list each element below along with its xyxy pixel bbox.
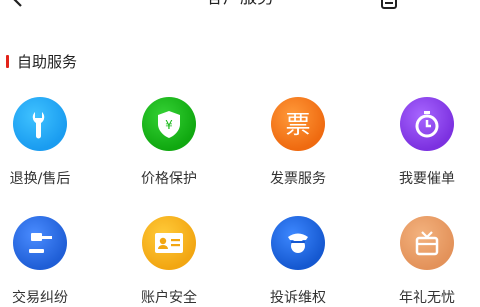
police-officer-icon bbox=[271, 216, 325, 270]
service-label: 价格保护 bbox=[141, 171, 197, 187]
service-label: 发票服务 bbox=[270, 171, 326, 187]
service-price-protection[interactable]: ¥ 价格保护 bbox=[114, 97, 224, 188]
service-return-aftersale[interactable]: 退换/售后 bbox=[0, 97, 95, 188]
service-label: 我要催单 bbox=[399, 171, 455, 187]
invoice-icon: 票 bbox=[271, 97, 325, 151]
service-trade-dispute[interactable]: 交易纠纷 bbox=[0, 216, 95, 307]
svg-text:¥: ¥ bbox=[165, 118, 173, 132]
wrench-icon bbox=[13, 97, 67, 151]
gift-box-icon bbox=[400, 216, 454, 270]
service-label: 退换/售后 bbox=[9, 171, 71, 187]
service-label: 投诉维权 bbox=[270, 290, 326, 306]
clipboard-icon[interactable] bbox=[380, 0, 398, 10]
section-title: 自助服务 bbox=[17, 52, 78, 71]
timer-icon bbox=[400, 97, 454, 151]
section-accent-bar bbox=[6, 54, 9, 68]
service-label: 年礼无忧 bbox=[399, 290, 455, 306]
section-header: 自助服务 bbox=[6, 51, 77, 71]
invoice-glyph: 票 bbox=[285, 109, 311, 139]
service-urge-order[interactable]: 我要催单 bbox=[372, 97, 480, 188]
service-complaint[interactable]: 投诉维权 bbox=[243, 216, 353, 307]
top-bar: 客户服务 bbox=[0, 0, 480, 12]
page-title: 客户服务 bbox=[0, 0, 480, 12]
gavel-icon bbox=[13, 216, 67, 270]
id-card-icon bbox=[142, 216, 196, 270]
price-protect-shield-icon: ¥ bbox=[142, 97, 196, 151]
service-label: 账户安全 bbox=[141, 290, 197, 306]
service-gift-worry-free[interactable]: 年礼无忧 bbox=[372, 216, 480, 307]
service-label: 交易纠纷 bbox=[12, 290, 68, 306]
service-invoice[interactable]: 票 发票服务 bbox=[243, 97, 353, 188]
service-account-security[interactable]: 账户安全 bbox=[114, 216, 224, 307]
